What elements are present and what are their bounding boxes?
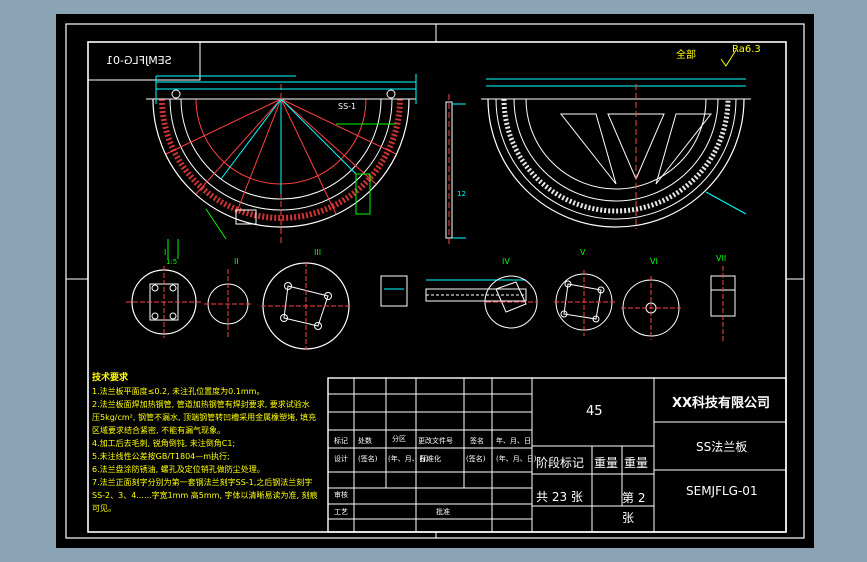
sheet-number: 第 2 张 (622, 491, 646, 525)
front-view-left: SS-1 (146, 74, 417, 244)
header-date: 年、月、日 (496, 437, 531, 445)
header-zone: 分区 (392, 435, 406, 443)
header-review: 审核 (334, 491, 348, 499)
section-label-VI: VI (650, 257, 658, 266)
detail-view-VI (621, 276, 681, 340)
company-name: XX科技有限公司 (672, 396, 771, 411)
section-label-I: I (164, 248, 167, 257)
tech-req-title: 技术要求 (92, 373, 129, 383)
stage-mark-label: 阶段标记 (536, 456, 585, 470)
quantity: 45 (586, 404, 603, 419)
tech-req-line: 5.未注线性公差按GB/T1804—m执行; (92, 452, 230, 461)
detail-view-V (554, 270, 616, 336)
header-date2: (年、月、日) (496, 455, 537, 463)
header-signature: 签名 (470, 437, 484, 445)
tech-req-line: 压5kg/cm², 钢管不漏水, 顶端钢管转凹槽采用金属橡塑堵, 填充 (92, 413, 317, 422)
tech-req-line: 区域要求结合紧密, 不能有漏气现象。 (92, 426, 226, 435)
roughness-label: 全部 (676, 50, 696, 61)
header-sign1: (签名) (358, 455, 378, 463)
back-view-right (481, 78, 751, 229)
svg-text:SS-1: SS-1 (338, 102, 356, 111)
tech-req-line: 7.法兰正面刻字分别为第一套钢法兰刻字SS-1,之后钢法兰刻字 (92, 478, 313, 487)
tech-req-line: 1.法兰板平面度≤0.2, 未注孔位置度为0.1mm。 (92, 387, 265, 396)
detail-view-III (261, 262, 351, 350)
svg-text:12: 12 (457, 190, 466, 198)
drawing-sheet: SS-1 12 SEMJFLG-01 全部 Ra6.3 I II III IV … (56, 14, 814, 548)
section-label-III: III (314, 248, 322, 257)
detail-view-IV (484, 275, 538, 329)
scale-note: 1:5 (166, 258, 178, 266)
section-label-V: V (580, 248, 586, 257)
weight-label: 重量 (594, 456, 619, 470)
mirrored-drawing-code: SEMJFLG-01 (106, 54, 172, 67)
header-process: 工艺 (334, 508, 348, 516)
section-label-II: II (234, 257, 239, 266)
tech-req-line: 4.加工后去毛刺, 锐角倒钝, 未注倒角C1; (92, 439, 236, 448)
scale-label: 重量 (624, 456, 649, 470)
side-section-view: 12 (445, 94, 466, 246)
header-sign2: (签名) (466, 455, 486, 463)
header-mark: 标记 (334, 437, 348, 445)
section-label-VII: VII (716, 254, 727, 263)
tech-req-line: 可见。 (92, 504, 116, 513)
part-name: SS法兰板 (696, 440, 748, 454)
detail-view-VII (710, 266, 736, 342)
technical-requirements: 技术要求 1.法兰板平面度≤0.2, 未注孔位置度为0.1mm。 2.法兰板面焊… (92, 372, 328, 515)
header-standardize: 标准化 (420, 455, 441, 463)
tech-req-line: SS-2、3、4......字宽1mm 高5mm, 字体以清晰易读为准, 刻痕 (92, 491, 318, 500)
header-approve: 批准 (436, 508, 450, 516)
sheets-total: 共 23 张 (536, 490, 583, 504)
header-count: 处数 (358, 437, 372, 445)
tech-req-line: 2.法兰板面焊加热钢管, 管道加热钢管有焊封要求, 要求试验水 (92, 400, 310, 409)
roughness-value: Ra6.3 (732, 44, 761, 55)
tech-req-line: 6.法兰盘涂防锈油, 螺孔及定位销孔做防尘处理。 (92, 465, 265, 474)
header-design: 设计 (334, 455, 348, 463)
drawing-number: SEMJFLG-01 (686, 484, 758, 498)
detail-view-II (204, 269, 252, 339)
section-label-IV: IV (502, 257, 510, 266)
header-change-doc: 更改文件号 (418, 437, 453, 445)
